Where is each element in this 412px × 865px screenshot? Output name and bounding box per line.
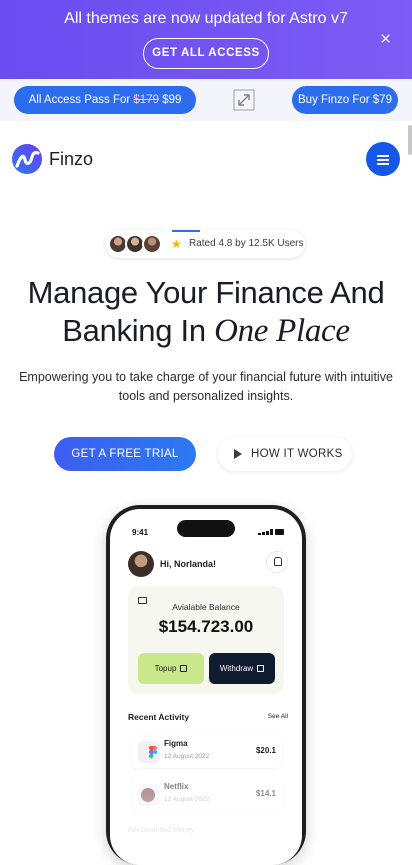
recent-activity-title: Recent Activity [128, 712, 190, 722]
get-all-access-button[interactable]: GET ALL ACCESS [143, 38, 269, 69]
balance-amount: $154.723.00 [158, 617, 254, 636]
transaction-row: Netflix 12 August 2022 $14.1 [132, 777, 282, 811]
topup-icon [180, 665, 188, 672]
withdraw-label: Withdraw [219, 664, 254, 673]
hamburger-menu-icon[interactable] [366, 142, 400, 176]
rating-badge: ★ Rated 4.8 by 12.5K Users [105, 230, 305, 258]
profile-avatar [128, 551, 154, 577]
balance-label: Avialable Balance [172, 602, 240, 612]
figma-icon [138, 741, 160, 763]
netflix-icon [138, 784, 160, 806]
withdraw-button: Withdraw [209, 653, 275, 684]
balance-card: Avialable Balance $154.723.00 Topup With… [128, 586, 284, 694]
hero-title-line2: Banking In One Place [0, 313, 412, 350]
site-header: Finzo [0, 121, 412, 197]
transaction-date: 12 August 2022 [164, 753, 210, 760]
all-access-pass-button[interactable]: All Access Pass For $179 $99 [14, 86, 196, 114]
logo-text[interactable]: Finzo [49, 149, 93, 170]
pass-old-price: $179 [133, 94, 159, 106]
see-all-link: See All [267, 713, 288, 720]
how-it-works-button[interactable]: HOW IT WORKS [218, 437, 352, 471]
promo-banner: All themes are now updated for Astro v7 … [0, 0, 412, 79]
close-icon[interactable]: ✕ [379, 30, 392, 48]
dynamic-island [177, 520, 235, 537]
topup-label: Topup [154, 664, 177, 673]
user-avatar [142, 234, 162, 254]
promo-title: All themes are now updated for Astro v7 [64, 10, 348, 27]
transaction-row: Figma 12 August 2022 $20.1 [132, 734, 282, 768]
transaction-amount: $20.1 [255, 746, 276, 755]
pass-label: All Access Pass For [28, 94, 134, 106]
expand-icon[interactable] [233, 89, 255, 111]
rating-text: Rated 4.8 by 12.5K Users [189, 238, 304, 249]
hero-subtitle: Empowering you to take charge of your fi… [19, 370, 393, 403]
transaction-name: Netflix [164, 782, 189, 791]
hero-title-italic: One Place [214, 313, 350, 349]
bell-icon [266, 551, 288, 573]
signal-icon [258, 529, 284, 535]
transaction-amount: $14.1 [255, 789, 276, 798]
bottom-fade [110, 759, 302, 865]
transaction-date: 12 August 2022 [164, 796, 210, 803]
transaction-name: Figma [164, 739, 188, 748]
pricing-bar: All Access Pass For $179 $99 Buy Finzo F… [0, 79, 412, 121]
star-icon: ★ [171, 237, 182, 251]
scrollbar-thumb[interactable] [408, 125, 412, 155]
hero-title-plain: Banking In [62, 313, 215, 348]
buy-finzo-button[interactable]: Buy Finzo For $79 [292, 86, 398, 114]
topup-button: Topup [138, 653, 204, 684]
recommended-section-title: Reccemmend Money [128, 827, 195, 834]
phone-time: 9:41 [132, 528, 149, 537]
how-it-works-label: HOW IT WORKS [251, 448, 343, 460]
play-icon [234, 449, 242, 459]
free-trial-button[interactable]: GET A FREE TRIAL [54, 437, 196, 471]
phone-screen: 9:41 Hi, Norlanda! Avialable Balance $15… [110, 509, 302, 865]
hero-title-line1: Manage Your Finance And [27, 275, 385, 310]
pass-new-price: $99 [159, 94, 182, 106]
withdraw-icon [257, 665, 265, 672]
phone-mockup: 9:41 Hi, Norlanda! Avialable Balance $15… [106, 505, 306, 865]
greeting-text: Hi, Norlanda! [160, 559, 217, 569]
rating-accent-line [172, 230, 200, 232]
finzo-logo-icon[interactable] [11, 143, 43, 175]
